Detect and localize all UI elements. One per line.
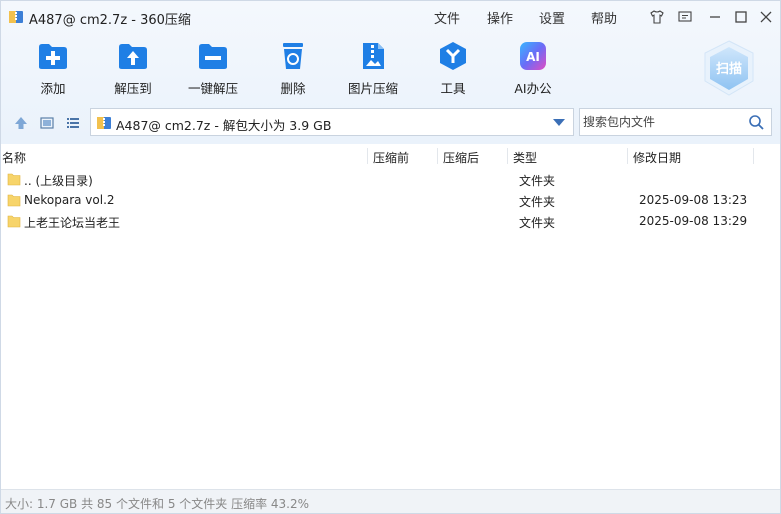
add-file-icon: [39, 44, 67, 69]
search-input[interactable]: [581, 110, 741, 134]
delete-label: 删除: [280, 81, 306, 96]
delete-button[interactable]: 删除: [253, 37, 333, 99]
extract-to-label: 解压到: [114, 81, 152, 96]
status-bar: 大小: 1.7 GB 共 85 个文件和 5 个文件夹 压缩率 43.2%: [1, 489, 780, 513]
up-arrow-icon[interactable]: [13, 115, 29, 131]
window-title: A487@ cm2.7z - 360压缩: [29, 13, 191, 28]
menu-file[interactable]: 文件: [434, 8, 460, 27]
column-divider[interactable]: [753, 148, 754, 164]
chevron-down-icon[interactable]: [553, 119, 565, 126]
folder-icon: [7, 215, 21, 228]
archive-path: A487@ cm2.7z - 解包大小为 3.9 GB: [116, 118, 332, 133]
close-icon: [760, 11, 772, 23]
column-header-packed[interactable]: 压缩前: [373, 149, 409, 166]
address-bar: A487@ cm2.7z - 解包大小为 3.9 GB: [1, 105, 780, 139]
search-box: [579, 108, 772, 136]
scan-button[interactable]: 扫描: [699, 39, 759, 97]
feedback-button[interactable]: [675, 7, 695, 27]
column-divider[interactable]: [367, 148, 368, 164]
thumbnail-view-icon[interactable]: [39, 115, 55, 131]
ai-office-icon: AI: [520, 42, 546, 70]
add-label: 添加: [40, 81, 66, 96]
skin-button[interactable]: [647, 7, 667, 27]
status-text: 大小: 1.7 GB 共 85 个文件和 5 个文件夹 压缩率 43.2%: [5, 497, 310, 511]
column-header-modified[interactable]: 修改日期: [633, 149, 681, 166]
menu-help[interactable]: 帮助: [591, 8, 617, 27]
delete-icon: [283, 43, 303, 69]
one-click-extract-button[interactable]: 一键解压: [173, 37, 253, 99]
maximize-icon: [735, 11, 747, 23]
file-type: 文件夹: [519, 195, 556, 209]
one-click-extract-label: 一键解压: [187, 81, 238, 96]
ai-office-button[interactable]: AI AI办公: [493, 37, 573, 99]
svg-text:AI: AI: [526, 50, 540, 64]
tshirt-icon: [650, 10, 664, 24]
scan-label: 扫描: [715, 62, 742, 77]
ai-office-label: AI办公: [514, 81, 552, 96]
column-header-name[interactable]: 名称: [2, 149, 26, 166]
minimize-button[interactable]: [705, 7, 725, 27]
extract-to-button[interactable]: 解压到: [93, 37, 173, 99]
maximize-button[interactable]: [731, 7, 751, 27]
extract-to-icon: [119, 44, 147, 69]
search-icon[interactable]: [748, 114, 765, 131]
column-divider[interactable]: [507, 148, 508, 164]
tools-label: 工具: [440, 81, 466, 96]
column-divider[interactable]: [627, 148, 628, 164]
toolbar: 添加 解压到 一键解压 删除 图片压缩 工具 AI AI办公: [1, 37, 780, 99]
menu-operation[interactable]: 操作: [487, 8, 513, 27]
folder-icon: [7, 173, 21, 186]
image-compress-icon: [363, 43, 384, 69]
close-button[interactable]: [756, 7, 776, 27]
file-name: .. (上级目录): [24, 174, 93, 188]
file-name: Nekopara vol.2: [24, 193, 115, 207]
archive-app-icon: [9, 11, 23, 23]
tools-icon: [440, 42, 466, 70]
column-header-type[interactable]: 类型: [513, 149, 537, 166]
folder-icon: [7, 194, 21, 207]
file-date: 2025-09-08 13:29: [639, 214, 748, 228]
archive-file-icon: [97, 117, 111, 129]
column-divider[interactable]: [437, 148, 438, 164]
image-compress-button[interactable]: 图片压缩: [333, 37, 413, 99]
message-icon: [678, 11, 692, 22]
image-compress-label: 图片压缩: [347, 81, 398, 96]
path-dropdown[interactable]: A487@ cm2.7z - 解包大小为 3.9 GB: [90, 108, 574, 136]
file-name: 上老王论坛当老王: [24, 216, 121, 230]
title-bar: A487@ cm2.7z - 360压缩 文件 操作 设置 帮助: [1, 1, 780, 33]
list-view-icon[interactable]: [65, 115, 81, 131]
file-type: 文件夹: [519, 216, 556, 230]
add-button[interactable]: 添加: [13, 37, 93, 99]
minimize-icon: [710, 16, 720, 18]
list-item[interactable]: Nekopara vol.2 文件夹 2025-09-08 13:23: [1, 190, 780, 211]
file-list: 名称 压缩前 压缩后 类型 修改日期 .. (上级目录) 文件夹 Nekopar…: [1, 144, 780, 489]
one-click-extract-icon: [199, 44, 227, 69]
column-header-compressed[interactable]: 压缩后: [443, 149, 479, 166]
list-item[interactable]: .. (上级目录) 文件夹: [1, 169, 780, 190]
list-item[interactable]: 上老王论坛当老王 文件夹 2025-09-08 13:29: [1, 211, 780, 232]
app-window: A487@ cm2.7z - 360压缩 文件 操作 设置 帮助 添加 解压到 …: [0, 0, 781, 514]
file-date: 2025-09-08 13:23: [639, 193, 748, 207]
tools-button[interactable]: 工具: [413, 37, 493, 99]
menu-settings[interactable]: 设置: [539, 8, 565, 27]
file-type: 文件夹: [519, 174, 556, 188]
